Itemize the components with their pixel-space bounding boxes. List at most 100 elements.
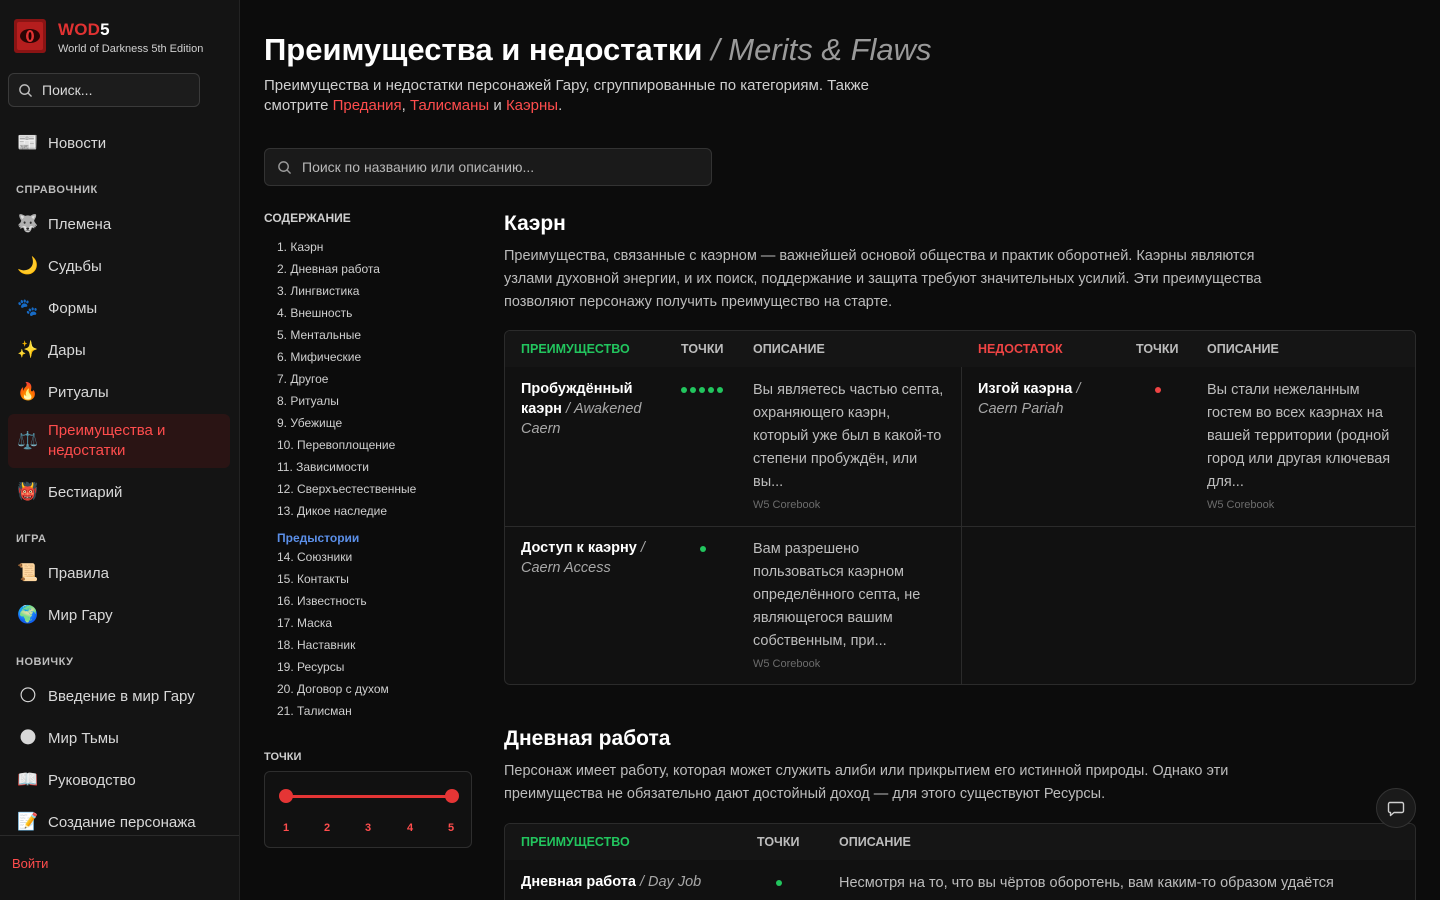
toc-item[interactable]: 16. Известность — [277, 591, 416, 613]
toc-item[interactable]: 17. Маска — [277, 613, 416, 635]
sidebar-item-label: Создание персонажа — [48, 813, 196, 831]
toc-item[interactable]: 7. Другое — [277, 369, 416, 391]
toc-item[interactable]: 9. Убежище — [277, 413, 416, 435]
dot — [700, 546, 706, 552]
link-caerns[interactable]: Каэрны — [506, 97, 558, 114]
toc-item[interactable]: 21. Талисман — [277, 701, 416, 723]
toc-item[interactable]: 5. Ментальные — [277, 325, 416, 347]
toc-item[interactable]: 1. Каэрн — [277, 237, 416, 259]
toc-item[interactable]: 6. Мифические — [277, 347, 416, 369]
flaw-source: W5 Corebook — [1207, 499, 1275, 511]
merit-name[interactable]: Доступ к каэрну / Caern Access — [521, 538, 661, 578]
monster-icon: 👹 — [17, 482, 39, 502]
sidebar-section-game: ИГРА — [16, 533, 47, 545]
main-search[interactable] — [264, 148, 712, 186]
sidebar-item-gifts[interactable]: ✨ Дары — [8, 330, 230, 370]
merit-dots — [681, 387, 723, 393]
section-title-caern: Каэрн — [504, 212, 566, 235]
col-flaw-points: ТОЧКИ — [1136, 342, 1179, 356]
full-moon-icon: 🌕 — [19, 686, 37, 706]
sidebar-item-world-of-darkness[interactable]: 🌑 Мир Тьмы — [8, 718, 230, 758]
sidebar-item-tribes[interactable]: 🐺 Племена — [8, 204, 230, 244]
sidebar-item-label: Правила — [48, 564, 109, 582]
toc-item[interactable]: 2. Дневная работа — [277, 259, 416, 281]
sidebar-item-bestiary[interactable]: 👹 Бестиарий — [8, 472, 230, 512]
sidebar-item-garou-world[interactable]: 🌍 Мир Гару — [8, 595, 230, 635]
toc-item[interactable]: 12. Сверхъестественные — [277, 479, 416, 501]
section-desc-day-job: Персонаж имеет работу, которая может слу… — [504, 763, 1229, 802]
brand-name: WOD5 — [58, 20, 110, 39]
toc-item[interactable]: 20. Договор с духом — [277, 679, 416, 701]
link-lore[interactable]: Предания — [333, 97, 402, 114]
day-job-table: ПРЕИМУЩЕСТВО ТОЧКИ ОПИСАНИЕ Дневная рабо… — [504, 823, 1416, 900]
dot — [717, 387, 723, 393]
feedback-button[interactable] — [1376, 788, 1416, 828]
caern-table: ПРЕИМУЩЕСТВО ТОЧКИ ОПИСАНИЕ НЕДОСТАТОК Т… — [504, 330, 1416, 685]
flaw-name[interactable]: Изгой каэрна / Caern Pariah — [978, 379, 1118, 419]
sidebar-item-rituals[interactable]: 🔥 Ритуалы — [8, 372, 230, 412]
sidebar-item-label: Бестиарий — [48, 483, 123, 501]
toc-item[interactable]: 4. Внешность — [277, 303, 416, 325]
toc-item[interactable]: 11. Зависимости — [277, 457, 416, 479]
sidebar-item-merits-flaws[interactable]: ⚖️ Преимущества и недостатки — [8, 414, 230, 468]
flaw-description: Вы стали нежеланным гостем во всех каэрн… — [1207, 382, 1391, 490]
merit-name[interactable]: Дневная работа / Day Job — [521, 872, 741, 892]
toc-item[interactable]: 14. Союзники — [277, 547, 416, 569]
sidebar-item-label: Введение в мир Гару — [48, 687, 195, 705]
toc-item[interactable]: 13. Дикое наследие — [277, 501, 416, 523]
paw-icon: 🐾 — [17, 298, 39, 318]
merit-name-ru: Доступ к каэрну — [521, 540, 637, 556]
sidebar-item-intro[interactable]: 🌕 Введение в мир Гару — [8, 676, 230, 716]
sidebar-item-auspices[interactable]: 🌙 Судьбы — [8, 246, 230, 286]
toc-item[interactable]: 19. Ресурсы — [277, 657, 416, 679]
page-title: Преимущества и недостатки / Merits & Fla… — [264, 32, 932, 68]
col-merit: ПРЕИМУЩЕСТВО — [521, 835, 630, 849]
section-desc-caern: Преимущества, связанные с каэрном — важн… — [504, 248, 1262, 310]
book-icon: 📖 — [17, 770, 39, 790]
wod5-logo[interactable] — [14, 19, 46, 53]
scroll-icon: 📜 — [17, 563, 39, 583]
sidebar-item-rules[interactable]: 📜 Правила — [8, 553, 230, 593]
memo-icon: 📝 — [17, 812, 39, 832]
toc-subhead-backgrounds[interactable]: Предыстории — [277, 523, 416, 547]
scales-icon: ⚖️ — [17, 431, 39, 451]
search-icon — [19, 83, 32, 97]
wolf-icon: 🐺 — [17, 214, 39, 234]
main-search-input[interactable] — [302, 159, 702, 175]
points-filter: 1 2 3 4 5 — [264, 771, 472, 848]
points-label: 3 — [364, 822, 372, 834]
points-slider-track[interactable] — [286, 795, 452, 798]
merit-name[interactable]: Пробуждённый каэрн / Awakened Caern — [521, 379, 661, 439]
fire-icon: 🔥 — [17, 382, 39, 402]
dot — [699, 387, 705, 393]
sidebar-section-reference: СПРАВОЧНИК — [16, 184, 98, 196]
login-link[interactable]: Войти — [12, 856, 48, 871]
brand[interactable]: WOD5 World of Darkness 5th Edition — [58, 20, 203, 55]
sidebar-search-input[interactable] — [42, 82, 182, 98]
row-divider — [505, 526, 1415, 527]
merit-description: Несмотря на то, что вы чёртов оборотень,… — [839, 875, 1334, 891]
section-title-day-job: Дневная работа — [504, 727, 671, 750]
toc-item[interactable]: 15. Контакты — [277, 569, 416, 591]
sidebar-item-forms[interactable]: 🐾 Формы — [8, 288, 230, 328]
merit-source: W5 Corebook — [753, 499, 821, 511]
merit-dots — [776, 880, 782, 886]
link-talismans[interactable]: Талисманы — [410, 97, 489, 114]
flaw-dots — [1155, 387, 1161, 393]
sidebar-item-news[interactable]: 📰 Новости — [8, 123, 230, 163]
toc-item[interactable]: 18. Наставник — [277, 635, 416, 657]
points-slider-max-handle[interactable] — [445, 789, 459, 803]
toc-item[interactable]: 3. Лингвистика — [277, 281, 416, 303]
chat-bubble-icon — [1387, 801, 1405, 817]
toc-item[interactable]: 10. Перевоплощение — [277, 435, 416, 457]
sidebar-item-label: Ритуалы — [48, 383, 109, 401]
merit-source: W5 Corebook — [753, 658, 821, 670]
points-slider-min-handle[interactable] — [279, 789, 293, 803]
sidebar-item-label: Преимущества и недостатки — [48, 422, 166, 459]
intro-separator: , — [401, 97, 406, 114]
merit-dots — [700, 546, 706, 552]
merit-description: Вам разрешено пользоваться каэрном опред… — [753, 541, 921, 649]
toc-item[interactable]: 8. Ритуалы — [277, 391, 416, 413]
sidebar-item-guide[interactable]: 📖 Руководство — [8, 760, 230, 800]
sidebar-search[interactable] — [8, 73, 200, 107]
